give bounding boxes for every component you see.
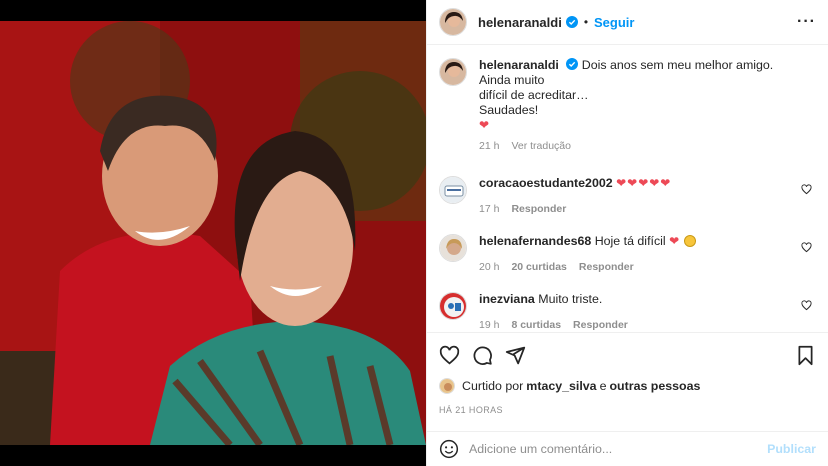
emoji-icon[interactable] xyxy=(439,439,459,459)
comment-likes-count[interactable]: 8 curtidas xyxy=(511,318,561,332)
comment-time[interactable]: 20 h xyxy=(479,260,499,275)
reply-button[interactable]: Responder xyxy=(573,318,628,332)
commenter-avatar[interactable] xyxy=(439,234,467,262)
post-photo[interactable] xyxy=(0,0,426,466)
bookmark-icon[interactable] xyxy=(795,345,816,366)
post-window: helenaranaldi • Seguir ··· helenaranaldi… xyxy=(0,0,828,466)
comment-time[interactable]: 19 h xyxy=(479,318,499,332)
liker-avatar[interactable] xyxy=(439,378,455,394)
caption: helenaranaldi Dois anos sem meu melhor a… xyxy=(439,58,814,154)
red-heart-emoji: ❤ xyxy=(669,234,681,248)
comment-item: helenafernandes68 Hoje tá difícil ❤ 20 h… xyxy=(439,234,814,275)
verified-badge-icon xyxy=(565,16,578,28)
comment-like-icon[interactable] xyxy=(801,242,812,253)
comment-item: coracaoestudante2002 ❤❤❤❤❤ 17 h Responde… xyxy=(439,176,814,217)
commenter-avatar[interactable] xyxy=(439,292,467,320)
comment-meta: 20 h 20 curtidas Responder xyxy=(479,260,790,275)
caption-username[interactable]: helenaranaldi xyxy=(479,58,559,72)
follow-button[interactable]: Seguir xyxy=(594,15,634,30)
comment-time[interactable]: 17 h xyxy=(479,202,499,217)
reply-button[interactable]: Responder xyxy=(511,202,566,217)
liker-username[interactable]: mtacy_silva xyxy=(526,379,596,393)
comment-username[interactable]: inezviana xyxy=(479,292,535,306)
action-icons xyxy=(439,333,816,377)
author-avatar[interactable] xyxy=(439,8,467,36)
post-header: helenaranaldi • Seguir ··· xyxy=(427,0,828,45)
header-separator: • xyxy=(583,15,589,29)
comment-username[interactable]: helenafernandes68 xyxy=(479,234,591,248)
heart-icon[interactable] xyxy=(439,345,460,366)
comment-meta: 19 h 8 curtidas Responder xyxy=(479,318,790,332)
photo-image xyxy=(0,21,426,445)
author-username[interactable]: helenaranaldi xyxy=(478,15,562,30)
comment-text: ❤❤❤❤❤ xyxy=(616,176,672,190)
comment-input[interactable] xyxy=(469,442,768,456)
more-icon[interactable]: ··· xyxy=(797,13,816,31)
comment-text: Muito triste. xyxy=(538,292,603,306)
post-actions: Curtido por mtacy_silva e outras pessoas… xyxy=(427,332,828,442)
share-icon[interactable] xyxy=(505,345,526,366)
comments-list[interactable]: helenaranaldi Dois anos sem meu melhor a… xyxy=(427,46,828,332)
post-timestamp[interactable]: HÁ 21 HORAS xyxy=(439,405,816,415)
caption-text-line3: Saudades! xyxy=(479,103,539,117)
likes-prefix: Curtido por xyxy=(462,379,524,393)
caption-meta: 21 h Ver tradução xyxy=(479,139,790,154)
reply-button[interactable]: Responder xyxy=(579,260,634,275)
comment-body: inezviana Muito triste. 19 h 8 curtidas … xyxy=(479,292,814,332)
comment-body: coracaoestudante2002 ❤❤❤❤❤ 17 h Responde… xyxy=(479,176,814,217)
comment-username[interactable]: coracaoestudante2002 xyxy=(479,176,613,190)
caption-heart-emoji: ❤ xyxy=(479,118,491,132)
comment-icon[interactable] xyxy=(472,345,493,366)
comment-item: inezviana Muito triste. 19 h 8 curtidas … xyxy=(439,292,814,332)
publish-button[interactable]: Publicar xyxy=(767,442,816,456)
likes-conjunction: e xyxy=(599,379,607,393)
comment-like-icon[interactable] xyxy=(801,300,812,311)
comment-body: helenafernandes68 Hoje tá difícil ❤ 20 h… xyxy=(479,234,814,275)
likes-others-link[interactable]: outras pessoas xyxy=(609,379,700,393)
caption-body: helenaranaldi Dois anos sem meu melhor a… xyxy=(479,58,814,154)
caption-time[interactable]: 21 h xyxy=(479,139,499,154)
sad-face-emoji xyxy=(683,235,696,247)
caption-text-line2: difícil de acreditar… xyxy=(479,88,589,102)
commenter-avatar[interactable] xyxy=(439,176,467,204)
comment-likes-count[interactable]: 20 curtidas xyxy=(511,260,566,275)
verified-badge-icon xyxy=(566,58,579,70)
comment-text: Hoje tá difícil xyxy=(594,234,666,248)
translate-link[interactable]: Ver tradução xyxy=(511,139,571,154)
post-sidebar: helenaranaldi • Seguir ··· helenaranaldi… xyxy=(426,0,828,466)
comment-like-icon[interactable] xyxy=(801,184,812,195)
caption-avatar[interactable] xyxy=(439,58,467,86)
add-comment-bar: Publicar xyxy=(427,431,828,466)
likes-summary: Curtido por mtacy_silva e outras pessoas xyxy=(439,378,816,394)
comment-meta: 17 h Responder xyxy=(479,202,790,217)
